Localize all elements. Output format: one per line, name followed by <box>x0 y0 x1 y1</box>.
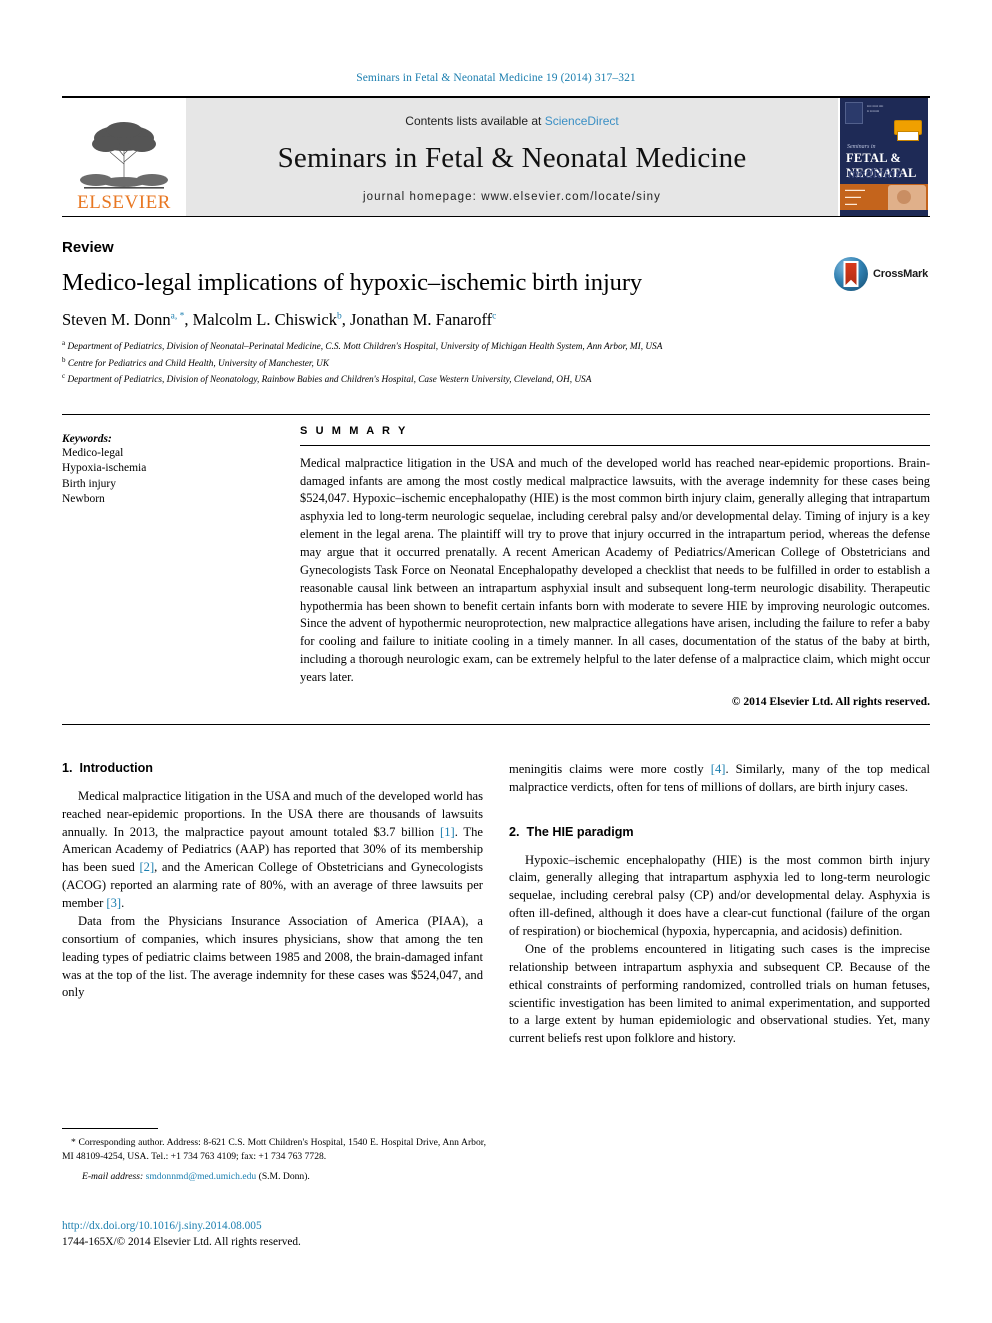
cover-bottom-band <box>840 210 928 216</box>
right-column: meningitis claims were more costly [4]. … <box>509 761 930 1048</box>
paragraph-text: Medical malpractice litigation in the US… <box>62 788 483 839</box>
reference-link[interactable]: [1] <box>440 825 455 839</box>
elsevier-tree-icon <box>80 122 168 189</box>
section-title: The HIE paradigm <box>526 824 634 839</box>
paragraph: One of the problems encountered in litig… <box>509 941 930 1046</box>
reference-link[interactable]: [3] <box>106 896 121 910</box>
keyword-item: Newborn <box>62 492 105 505</box>
summary-text: Medical malpractice litigation in the US… <box>300 455 930 684</box>
doi-link[interactable]: http://dx.doi.org/10.1016/j.siny.2014.08… <box>62 1218 486 1234</box>
paragraph-text: meningitis claims were more costly <box>509 761 711 776</box>
affiliation-mark: b <box>62 355 66 364</box>
affiliation-item: a Department of Pediatrics, Division of … <box>62 338 930 355</box>
author-name: Malcolm L. Chiswick <box>192 310 337 329</box>
copyright-line: © 2014 Elsevier Ltd. All rights reserved… <box>731 694 930 708</box>
email-label: E-mail address: <box>82 1170 144 1182</box>
author-marks: c <box>492 311 497 322</box>
journal-cover-container: ▪▪▪▪ ▪▪▪▪▪ ▪▪▪▪ ▪▪ ▪▪▪▪▪▪▪▪ Seminars in F… <box>838 98 930 216</box>
running-head: Seminars in Fetal & Neonatal Medicine 19… <box>356 72 636 84</box>
journal-title: Seminars in Fetal & Neonatal Medicine <box>277 141 747 174</box>
cover-baby-head <box>897 190 911 204</box>
cover-cme-seal-label <box>897 131 919 141</box>
section-number: 1. <box>62 760 73 775</box>
email-note: E-mail address: smdonnmd@med.umich.edu (… <box>62 1171 486 1182</box>
footnote-divider <box>62 1128 158 1129</box>
summary-label: S U M M A R Y <box>300 424 408 437</box>
paragraph: Medical malpractice litigation in the US… <box>62 788 483 913</box>
email-suffix: (S.M. Donn). <box>256 1170 310 1182</box>
section-title: Introduction <box>79 760 153 775</box>
paragraph-continued: meningitis claims were more costly [4]. … <box>509 761 930 797</box>
corresponding-author-note: * Corresponding author. Address: 8-621 C… <box>62 1137 486 1162</box>
paragraph-text: Data from the Physicians Insurance Assoc… <box>62 913 483 1000</box>
issn-copyright-line: 1744-165X/© 2014 Elsevier Ltd. All right… <box>62 1236 301 1249</box>
author-marks: a, * <box>170 311 185 322</box>
journal-cover-thumbnail: ▪▪▪▪ ▪▪▪▪▪ ▪▪▪▪ ▪▪ ▪▪▪▪▪▪▪▪ Seminars in F… <box>840 98 928 216</box>
cover-feature-text: ▬▬▬▬▬ ▬▬▬▬ ▬▬▬ <box>845 187 865 206</box>
affiliation-mark: a <box>62 339 66 347</box>
paragraph-text: . <box>121 896 125 911</box>
elsevier-logo: ELSEVIER <box>62 98 186 216</box>
elsevier-wordmark: ELSEVIER <box>77 192 171 213</box>
doi-block: http://dx.doi.org/10.1016/j.siny.2014.08… <box>62 1218 486 1250</box>
article-type: Review <box>62 239 114 256</box>
affiliation-text: Department of Pediatrics, Division of Ne… <box>67 375 592 386</box>
keyword-item: Hypoxia-ischemia <box>62 462 147 475</box>
affiliation-list: a Department of Pediatrics, Division of … <box>62 338 930 388</box>
contents-prefix: Contents lists available at <box>405 113 545 128</box>
keyword-item: Medico-legal <box>62 446 124 459</box>
author-name: Jonathan M. Fanaroff <box>349 310 493 329</box>
section-number: 2. <box>509 824 520 839</box>
affiliation-item: b Centre for Pediatrics and Child Health… <box>62 355 930 372</box>
sciencedirect-link[interactable]: ScienceDirect <box>545 114 619 128</box>
paragraph: Hypoxic–ischemic encephalopathy (HIE) is… <box>509 852 930 939</box>
article-page: Seminars in Fetal & Neonatal Medicine 19… <box>0 0 992 1323</box>
affiliation-text: Department of Pediatrics, Division of Ne… <box>67 342 663 353</box>
summary-column: S U M M A R Y Medical malpractice litiga… <box>300 415 930 724</box>
journal-masthead: ELSEVIER Contents lists available at Sci… <box>62 96 930 217</box>
affiliation-item: c Department of Pediatrics, Division of … <box>62 371 930 388</box>
left-column: 1. Introduction Medical malpractice litig… <box>62 761 483 1048</box>
keywords-column: Keywords: Medico-legal Hypoxia-ischemia … <box>62 415 300 724</box>
journal-homepage-link[interactable]: journal homepage: www.elsevier.com/locat… <box>363 191 661 203</box>
cover-sub-title: medicine <box>848 166 903 182</box>
keyword-item: Birth injury <box>62 477 116 490</box>
author-list: Steven M. Donna, *, Malcolm L. Chiswickb… <box>62 310 497 329</box>
section-heading-introduction: 1. Introduction <box>62 761 483 775</box>
email-link[interactable]: smdonnmd@med.umich.edu <box>146 1171 257 1182</box>
author-name: Steven M. Donn <box>62 310 171 329</box>
paragraph: Data from the Physicians Insurance Assoc… <box>62 913 483 1002</box>
page-title: Medico-legal implications of hypoxic–isc… <box>62 269 643 296</box>
section-heading-hie-paradigm: 2. The HIE paradigm <box>509 825 930 839</box>
affiliation-mark: c <box>62 372 66 381</box>
body-columns: 1. Introduction Medical malpractice litig… <box>62 761 930 1048</box>
crossmark-icon <box>834 257 868 291</box>
footnote-block: * Corresponding author. Address: 8-621 C… <box>62 1128 486 1182</box>
cover-elsevier-mark <box>845 102 863 124</box>
reference-link[interactable]: [2] <box>139 860 154 874</box>
reference-link[interactable]: [4] <box>711 762 726 776</box>
article-header: Review Medico-legal implications of hypo… <box>62 239 930 388</box>
keywords-label: Keywords: <box>62 432 112 445</box>
journal-band: Contents lists available at ScienceDirec… <box>186 98 838 216</box>
contents-available-line: Contents lists available at ScienceDirec… <box>405 114 618 128</box>
crossmark-badge[interactable]: CrossMark <box>834 257 930 291</box>
summary-divider <box>300 444 930 446</box>
affiliation-text: Centre for Pediatrics and Child Health, … <box>67 358 330 369</box>
abstract-block: Keywords: Medico-legal Hypoxia-ischemia … <box>62 413 930 725</box>
cover-series-label: Seminars in <box>847 144 876 150</box>
author-marks: b <box>336 311 342 322</box>
crossmark-label: CrossMark <box>873 268 929 280</box>
